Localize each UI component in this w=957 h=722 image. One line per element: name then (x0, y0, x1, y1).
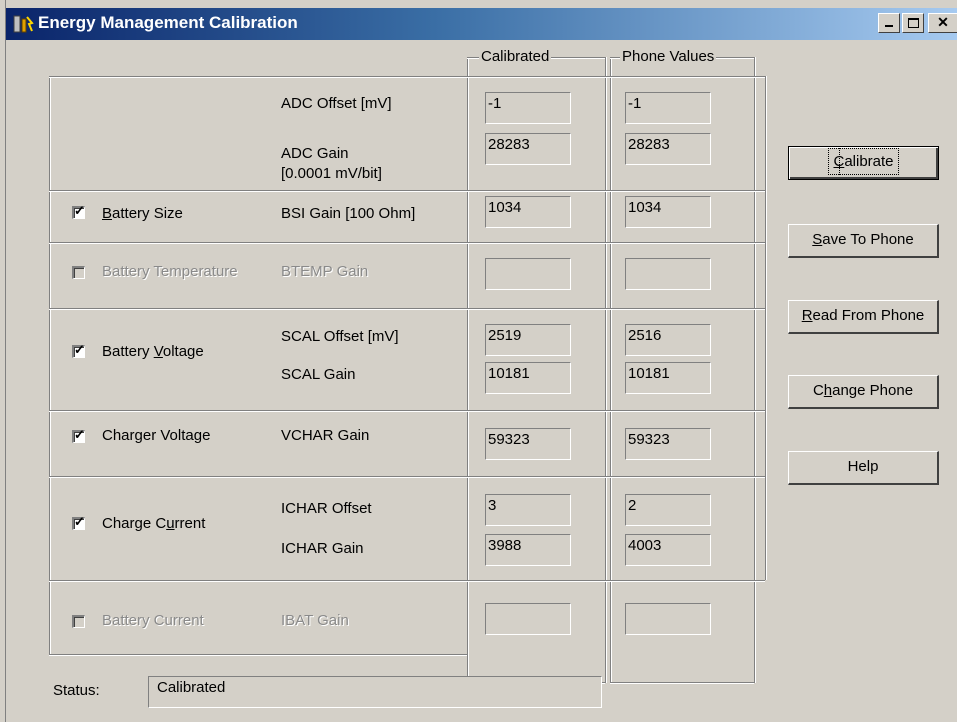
calibrated-column-left-border (467, 57, 469, 683)
ichar-gain-calibrated-field[interactable]: 3988 (485, 534, 571, 566)
battery-size-checkbox[interactable]: ✓ (72, 203, 85, 219)
vchar-gain-label: VCHAR Gain (281, 427, 370, 444)
grid-bottom-border (49, 654, 467, 656)
row-divider (49, 76, 765, 78)
scal-offset-phone-field[interactable]: 2516 (625, 324, 711, 356)
vchar-gain-calibrated-field[interactable]: 59323 (485, 428, 571, 460)
adc-gain-calibrated-field[interactable]: 28283 (485, 133, 571, 165)
row-divider (49, 308, 765, 310)
scal-gain-label: SCAL Gain (281, 366, 356, 383)
adc-gain-label: ADC Gain (281, 145, 349, 162)
adc-offset-phone-field[interactable]: -1 (625, 92, 711, 124)
adc-gain-unit-label: [0.0001 mV/bit] (281, 165, 382, 182)
charger-voltage-label[interactable]: Charger Voltage (102, 427, 210, 444)
window-title: Energy Management Calibration (38, 13, 298, 32)
read-from-phone-button[interactable]: Read From Phone (788, 300, 939, 334)
adc-gain-phone-field[interactable]: 28283 (625, 133, 711, 165)
scal-offset-calibrated-field[interactable]: 2519 (485, 324, 571, 356)
phone-values-column-header: Phone Values (620, 48, 717, 65)
ichar-offset-label: ICHAR Offset (281, 500, 372, 517)
vchar-gain-phone-field[interactable]: 59323 (625, 428, 711, 460)
ibat-gain-label: IBAT Gain (281, 612, 349, 629)
row-divider (49, 580, 765, 582)
battery-temperature-label: Battery Temperature (102, 263, 238, 280)
scal-offset-label: SCAL Offset [mV] (281, 328, 399, 345)
bsi-gain-phone-field[interactable]: 1034 (625, 196, 711, 228)
checkmark-icon: ✓ (74, 203, 85, 218)
battery-voltage-label[interactable]: Battery Voltage (102, 343, 204, 360)
ibat-gain-calibrated-field[interactable] (485, 603, 571, 635)
row-divider (49, 190, 765, 192)
checkmark-icon: ✓ (74, 514, 85, 529)
charger-voltage-checkbox[interactable]: ✓ (72, 427, 85, 443)
battery-current-label: Battery Current (102, 612, 204, 629)
help-button[interactable]: Help (788, 451, 939, 485)
ichar-gain-phone-field[interactable]: 4003 (625, 534, 711, 566)
maximize-button[interactable] (902, 13, 924, 33)
grid-right-border (765, 76, 767, 580)
row-divider (49, 410, 765, 412)
phone-column-right-border (754, 57, 756, 683)
save-to-phone-button[interactable]: Save To Phone (788, 224, 939, 258)
status-label: Status: (53, 682, 100, 699)
app-icon (13, 15, 34, 33)
calibrated-column-right-border (605, 57, 607, 683)
close-icon: ✕ (937, 14, 949, 30)
bsi-gain-label: BSI Gain [100 Ohm] (281, 205, 416, 222)
ichar-offset-phone-field[interactable]: 2 (625, 494, 711, 526)
adc-offset-label: ADC Offset [mV] (281, 95, 392, 112)
phone-column-left-border (610, 57, 612, 683)
adc-offset-calibrated-field[interactable]: -1 (485, 92, 571, 124)
btemp-gain-phone-field[interactable] (625, 258, 711, 290)
phone-column-bottom (610, 682, 754, 684)
ibat-gain-phone-field[interactable] (625, 603, 711, 635)
calibrate-button[interactable]: Calibrate (788, 146, 939, 180)
status-field: Calibrated (148, 676, 602, 708)
minimize-icon (885, 25, 893, 27)
minimize-button[interactable] (878, 13, 900, 33)
grid-left-border (49, 76, 51, 654)
calibrate-button-label: Calibrate (828, 148, 899, 175)
ichar-offset-calibrated-field[interactable]: 3 (485, 494, 571, 526)
title-bar[interactable]: Energy Management Calibration ✕ (6, 8, 957, 40)
btemp-gain-label: BTEMP Gain (281, 263, 369, 280)
checkmark-icon: ✓ (74, 427, 85, 442)
close-button[interactable]: ✕ (928, 13, 957, 33)
scal-gain-calibrated-field[interactable]: 10181 (485, 362, 571, 394)
scal-gain-phone-field[interactable]: 10181 (625, 362, 711, 394)
battery-current-checkbox[interactable] (72, 615, 85, 628)
window-frame-left (0, 0, 6, 722)
row-divider (49, 476, 765, 478)
maximize-icon (907, 18, 919, 28)
battery-voltage-checkbox[interactable]: ✓ (72, 342, 85, 358)
row-divider (49, 242, 765, 244)
bsi-gain-calibrated-field[interactable]: 1034 (485, 196, 571, 228)
change-phone-button[interactable]: Change Phone (788, 375, 939, 409)
charge-current-checkbox[interactable]: ✓ (72, 514, 85, 530)
charge-current-label[interactable]: Charge Current (102, 515, 205, 532)
calibration-window: Energy Management Calibration ✕ Calibrat… (0, 0, 957, 722)
btemp-gain-calibrated-field[interactable] (485, 258, 571, 290)
calibrated-column-header: Calibrated (479, 48, 552, 65)
checkmark-icon: ✓ (74, 342, 85, 357)
battery-size-label[interactable]: Battery Size (102, 205, 183, 222)
ichar-gain-label: ICHAR Gain (281, 540, 364, 557)
battery-temperature-checkbox[interactable] (72, 266, 85, 279)
